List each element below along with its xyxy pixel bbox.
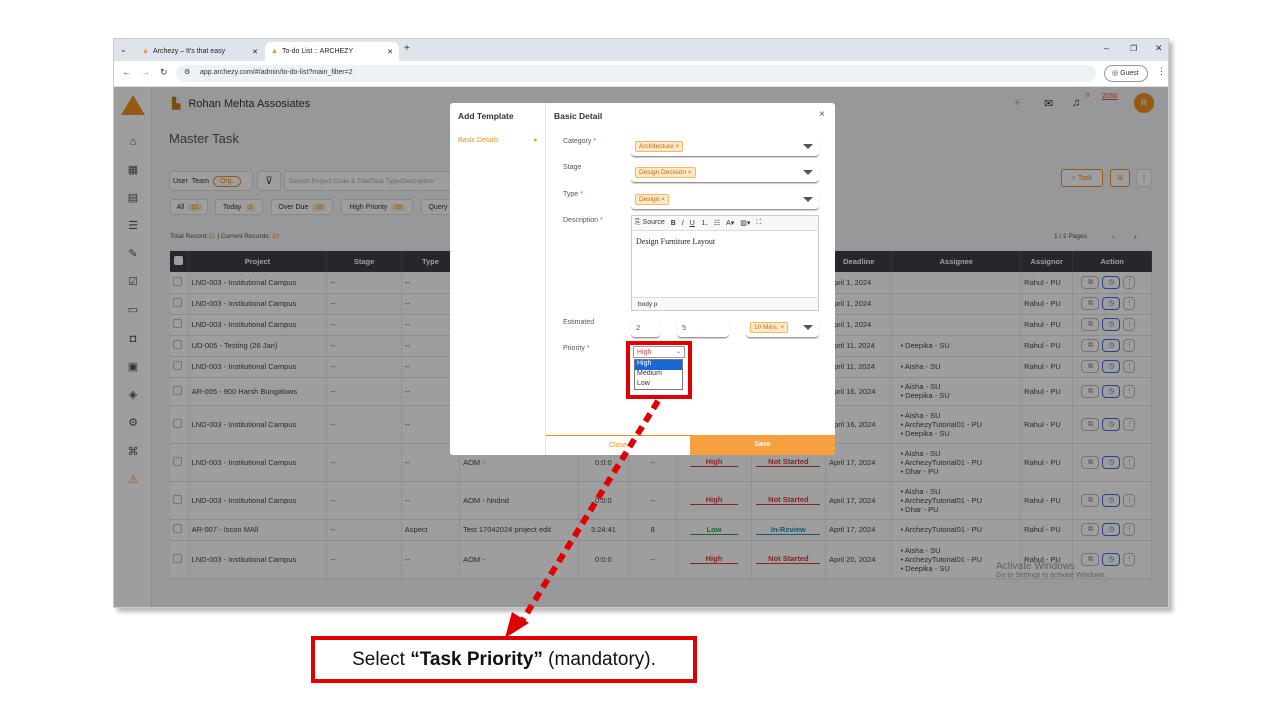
annotation-arrow [505,399,661,638]
instruction-callout: Select “Task Priority” (mandatory). [311,636,697,683]
